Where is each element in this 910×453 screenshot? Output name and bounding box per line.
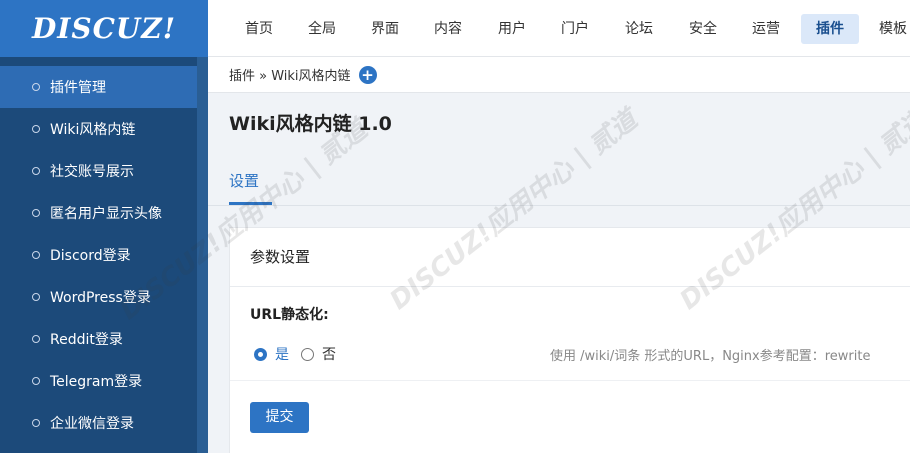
sidebar-item-label: 插件管理 bbox=[50, 80, 106, 96]
nav-interface[interactable]: 界面 bbox=[356, 14, 414, 44]
nav-forum[interactable]: 论坛 bbox=[610, 14, 668, 44]
radio-no[interactable] bbox=[301, 347, 314, 361]
sidebar-item-wecom[interactable]: 企业微信登录 bbox=[0, 402, 197, 444]
bullet-icon bbox=[32, 167, 40, 175]
sidebar-item-social-accounts[interactable]: 社交账号展示 bbox=[0, 150, 197, 192]
sidebar-item-label: WordPress登录 bbox=[50, 290, 151, 306]
sidebar-item-label: Telegram登录 bbox=[50, 374, 143, 390]
url-static-label: URL静态化: bbox=[250, 307, 329, 323]
bullet-icon bbox=[32, 125, 40, 133]
bullet-icon bbox=[32, 251, 40, 259]
bullet-icon bbox=[32, 377, 40, 385]
submit-button[interactable]: 提交 bbox=[250, 402, 309, 433]
sidebar-item-plugin-manage[interactable]: 插件管理 bbox=[0, 66, 197, 108]
row-divider bbox=[230, 380, 910, 381]
sidebar-item-telegram[interactable]: Telegram登录 bbox=[0, 360, 197, 402]
tab-settings[interactable]: 设置 bbox=[229, 170, 259, 191]
sidebar-item-label: Wiki风格内链 bbox=[50, 122, 136, 138]
nav-content[interactable]: 内容 bbox=[419, 14, 477, 44]
nav-users[interactable]: 用户 bbox=[483, 14, 541, 44]
bullet-icon bbox=[32, 83, 40, 91]
sidebar-scrollbar[interactable] bbox=[197, 57, 208, 453]
radio-no-label[interactable]: 否 bbox=[322, 344, 336, 364]
nav-portal[interactable]: 门户 bbox=[546, 14, 604, 44]
sidebar-item-label: Discord登录 bbox=[50, 248, 131, 264]
sidebar: 插件管理 Wiki风格内链 社交账号展示 匿名用户显示头像 Discord登录 … bbox=[0, 57, 197, 453]
panel-title: 参数设置 bbox=[230, 228, 910, 287]
page-title: Wiki风格内链 1.0 bbox=[229, 113, 392, 135]
nav-home[interactable]: 首页 bbox=[230, 14, 288, 44]
sidebar-item-wiki-links[interactable]: Wiki风格内链 bbox=[0, 108, 197, 150]
sidebar-item-label: 匿名用户显示头像 bbox=[50, 206, 162, 222]
sidebar-item-label: 社交账号展示 bbox=[50, 164, 134, 180]
settings-panel: 参数设置 URL静态化: 是 否 使用 /wiki/词条 形式的URL，Ngin… bbox=[229, 227, 910, 453]
logo-text: DISCUZ! bbox=[31, 12, 177, 45]
nav-global[interactable]: 全局 bbox=[293, 14, 351, 44]
discuz-logo[interactable]: DISCUZ! bbox=[0, 0, 208, 57]
field-hint: 使用 /wiki/词条 形式的URL，Nginx参考配置：rewrite bbox=[550, 349, 871, 364]
bullet-icon bbox=[32, 209, 40, 217]
breadcrumb-text[interactable]: 插件 » Wiki风格内链 bbox=[229, 65, 351, 84]
bullet-icon bbox=[32, 293, 40, 301]
nav-templates[interactable]: 模板 bbox=[864, 14, 910, 44]
url-static-radio-group: 是 否 bbox=[254, 344, 348, 364]
radio-yes[interactable] bbox=[254, 347, 267, 361]
top-nav: 首页 全局 界面 内容 用户 门户 论坛 安全 运营 插件 模板 bbox=[208, 0, 910, 57]
sidebar-item-reddit[interactable]: Reddit登录 bbox=[0, 318, 197, 360]
sidebar-item-label: 企业微信登录 bbox=[50, 416, 134, 432]
bullet-icon bbox=[32, 419, 40, 427]
nav-security[interactable]: 安全 bbox=[674, 14, 732, 44]
add-shortcut-icon[interactable]: + bbox=[358, 65, 377, 84]
sidebar-item-label: Reddit登录 bbox=[50, 332, 123, 348]
sidebar-item-wordpress[interactable]: WordPress登录 bbox=[0, 276, 197, 318]
breadcrumb: 插件 » Wiki风格内链 + bbox=[208, 57, 910, 93]
bullet-icon bbox=[32, 335, 40, 343]
tab-divider bbox=[208, 205, 910, 206]
sidebar-item-anon-avatar[interactable]: 匿名用户显示头像 bbox=[0, 192, 197, 234]
nav-operations[interactable]: 运营 bbox=[737, 14, 795, 44]
sidebar-item-discord[interactable]: Discord登录 bbox=[0, 234, 197, 276]
nav-plugins[interactable]: 插件 bbox=[801, 14, 859, 44]
radio-yes-label[interactable]: 是 bbox=[275, 344, 289, 364]
